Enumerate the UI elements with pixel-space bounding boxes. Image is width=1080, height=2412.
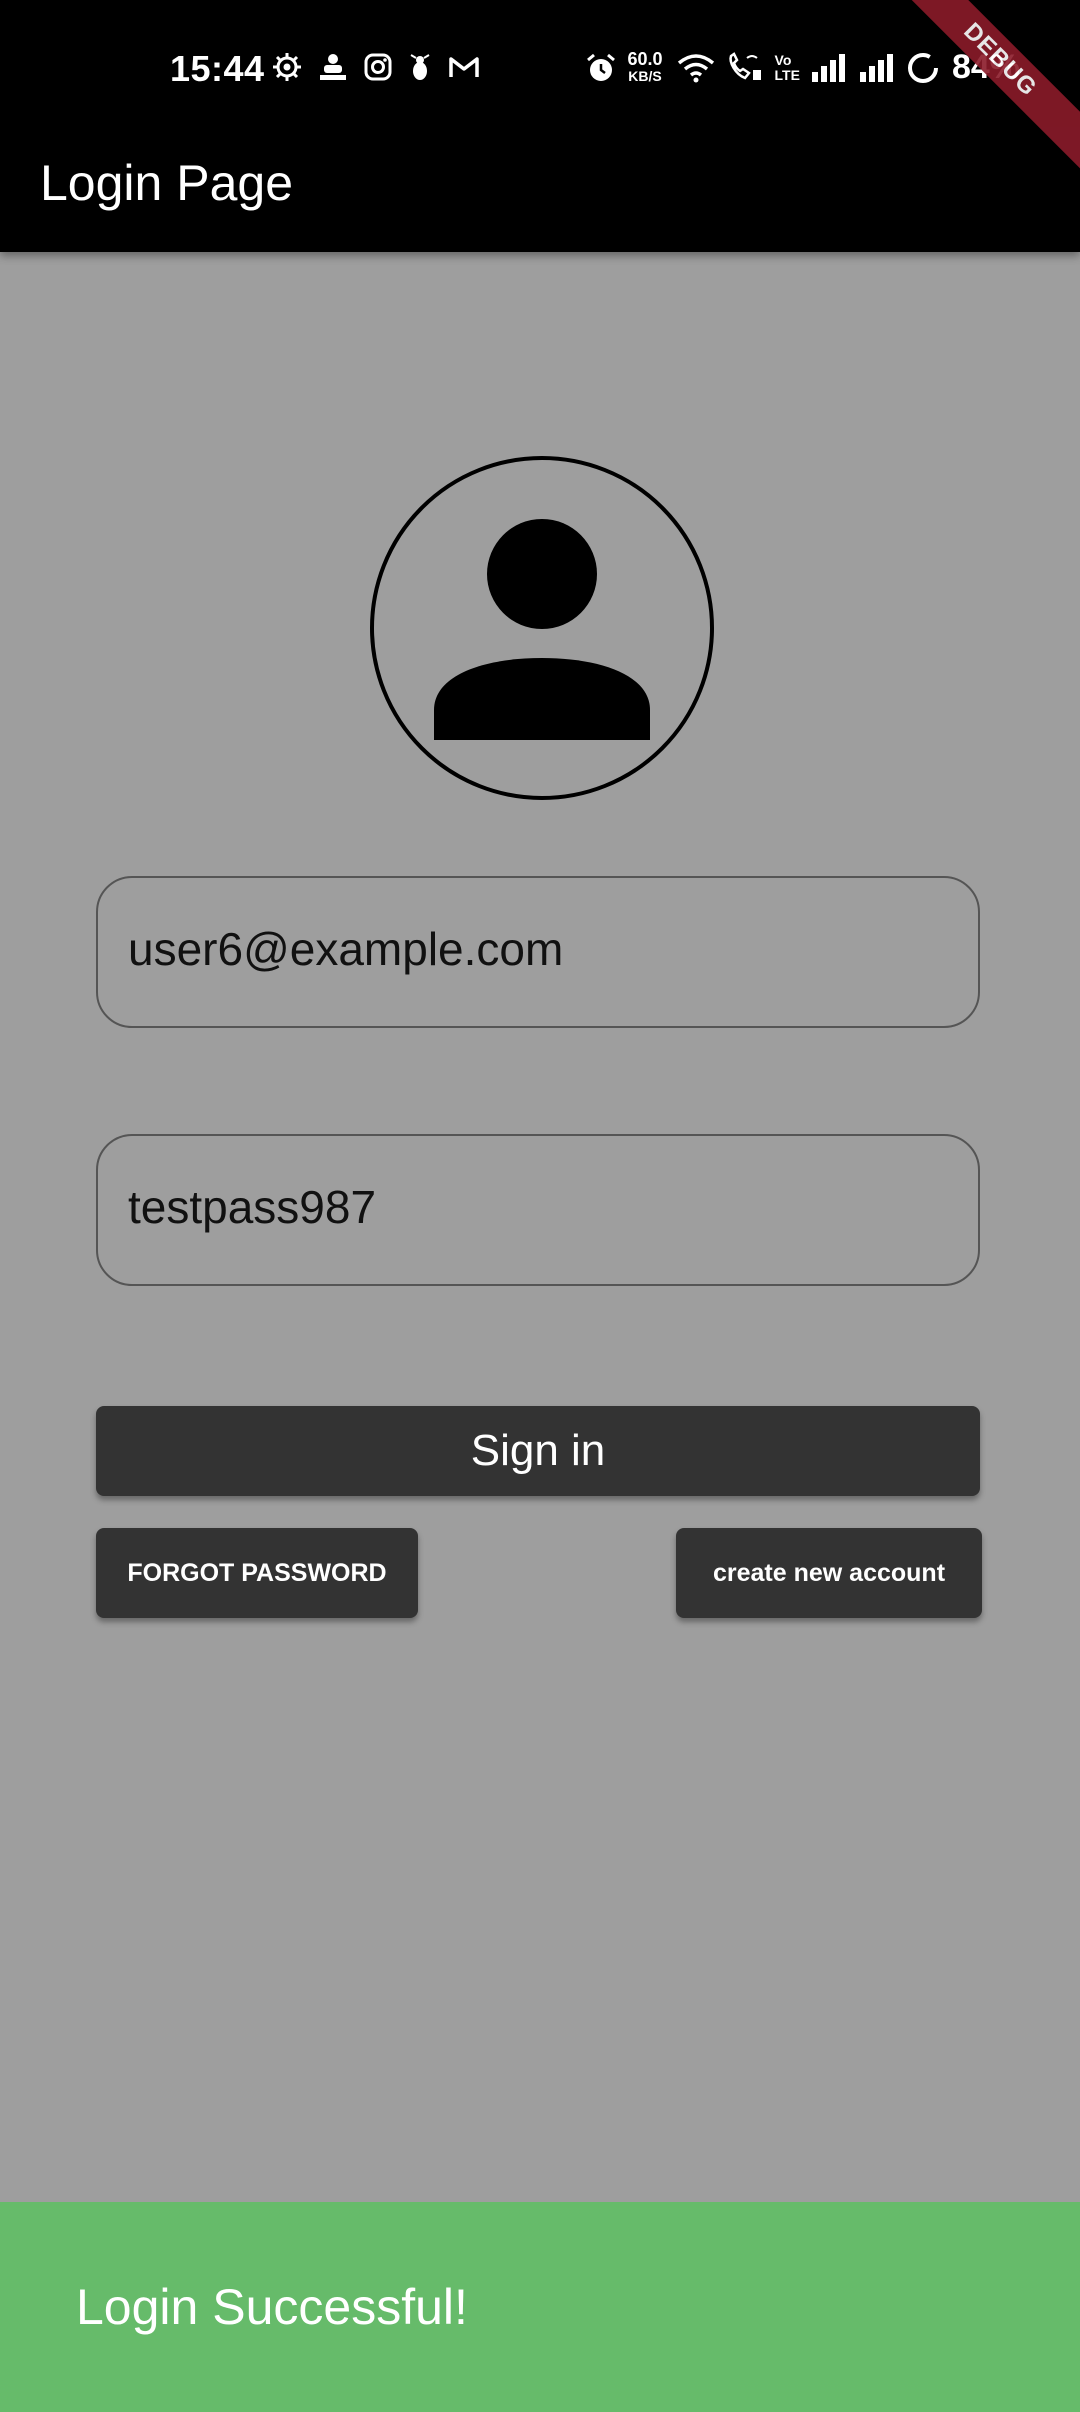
password-field-value: testpass987 bbox=[128, 1181, 377, 1233]
network-speed-unit: KB/S bbox=[628, 67, 662, 84]
gmail-icon bbox=[449, 57, 479, 77]
alarm-icon bbox=[587, 53, 616, 81]
instagram-icon bbox=[364, 53, 392, 81]
notification-app-icon bbox=[320, 54, 346, 80]
volte-indicator: Vo LTE bbox=[774, 51, 800, 83]
wifi-call-icon bbox=[728, 51, 761, 80]
email-field-value: user6@example.com bbox=[128, 923, 564, 975]
battery-ring-icon bbox=[907, 52, 938, 83]
sign-in-button[interactable]: Sign in bbox=[96, 1406, 980, 1496]
password-field[interactable]: testpass987 bbox=[96, 1134, 980, 1286]
page-title: Login Page bbox=[40, 155, 294, 211]
account-circle-icon bbox=[370, 456, 714, 800]
wifi-icon bbox=[677, 53, 714, 82]
signal-icon-2 bbox=[859, 53, 893, 82]
status-system-icons: 60.0 KB/S Vo LTE bbox=[585, 48, 1020, 87]
app-bar: Login Page bbox=[0, 120, 1080, 252]
network-speed: 60.0 KB/S bbox=[627, 48, 663, 85]
status-time: 15:44 bbox=[170, 48, 265, 89]
network-speed-value: 60.0 bbox=[627, 48, 663, 69]
signal-icon bbox=[811, 53, 845, 82]
snackbar: Login Successful! bbox=[0, 2202, 1080, 2412]
status-notification-icons bbox=[272, 52, 480, 82]
snackbar-message: Login Successful! bbox=[76, 2279, 468, 2335]
volte-bottom: LTE bbox=[774, 66, 800, 83]
settings-gear-icon bbox=[273, 53, 301, 81]
notification-bug-icon bbox=[410, 54, 430, 80]
create-account-button[interactable]: create new account bbox=[676, 1528, 982, 1618]
volte-top: Vo bbox=[774, 51, 792, 68]
forgot-password-button[interactable]: FORGOT PASSWORD bbox=[96, 1528, 418, 1618]
status-bar: 15:44 60.0 KB/S Vo LTE bbox=[0, 0, 1080, 120]
email-field[interactable]: user6@example.com bbox=[96, 876, 980, 1028]
